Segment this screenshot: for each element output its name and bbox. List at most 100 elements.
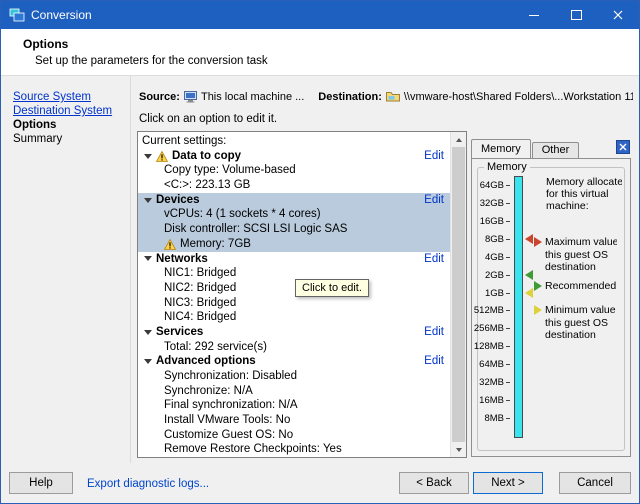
memory-scale-row: 64GB (478, 180, 510, 191)
memory-scale-label: 16MB (479, 395, 504, 406)
edit-services-link[interactable]: Edit (424, 325, 444, 340)
collapse-arrow-icon (144, 330, 152, 335)
memory-scale-row: 512MB (478, 305, 510, 316)
help-button[interactable]: Help (9, 472, 73, 494)
edit-data-to-copy-link[interactable]: Edit (424, 149, 444, 164)
setting-row[interactable]: Synchronize: N/A (138, 384, 450, 399)
destination-label: Destination: (318, 91, 382, 103)
memory-tab-page: Memory 64GB 32GB 16GB 8GB 4GB 2GB 1GB 51… (471, 158, 631, 457)
legend-minimum: Minimum value this guest OS destination (534, 304, 617, 342)
wizard-steps: Source System Destination System Options… (1, 76, 129, 147)
legend-maximum: Maximum value this guest OS destination (534, 236, 617, 274)
memory-scale-row: 16GB (478, 216, 510, 227)
setting-row[interactable]: Copy type: Volume-based (138, 163, 450, 178)
tab-other[interactable]: Other (532, 142, 580, 158)
export-diagnostic-logs-link[interactable]: Export diagnostic logs... (87, 478, 209, 490)
setting-row[interactable]: NIC4: Bridged (138, 310, 450, 325)
setting-row[interactable]: Final synchronization: N/A (138, 398, 450, 413)
scroll-up-button[interactable] (451, 132, 466, 147)
setting-row[interactable]: Memory: 7GB (138, 237, 450, 252)
maximize-icon (571, 10, 582, 20)
setting-row[interactable]: NIC3: Bridged (138, 296, 450, 311)
warning-icon (156, 151, 168, 162)
section-advanced-options[interactable]: Advanced options Edit (138, 354, 450, 369)
memory-scale-label: 8GB (485, 234, 504, 245)
minimize-button[interactable] (513, 1, 555, 29)
setting-row[interactable]: Synchronization: Disabled (138, 369, 450, 384)
setting-row[interactable]: vCPUs: 4 (1 sockets * 4 cores) (138, 207, 450, 222)
scrollbar-thumb[interactable] (452, 147, 465, 442)
setting-text: Disk controller: SCSI LSI Logic SAS (164, 222, 347, 237)
section-data-to-copy[interactable]: Data to copy Edit (138, 149, 450, 164)
maximum-marker-icon (525, 234, 533, 244)
recommended-marker-icon (525, 270, 533, 280)
memory-scale-row: 64MB (478, 359, 510, 370)
setting-row[interactable]: Customize Guest OS: No (138, 428, 450, 443)
setting-row[interactable]: Remove Restore Checkpoints: Yes (138, 442, 450, 457)
source-destination-bar: Source: This local machine ... Destinati… (139, 89, 633, 104)
edit-networks-link[interactable]: Edit (424, 252, 444, 267)
memory-note-line: for this virtual (546, 188, 622, 200)
edit-advanced-options-link[interactable]: Edit (424, 354, 444, 369)
close-icon (613, 10, 623, 20)
legend-text-line: this guest OS (545, 317, 617, 330)
legend-text-line: destination (545, 261, 617, 274)
cancel-button[interactable]: Cancel (559, 472, 631, 494)
memory-scale-label: 32GB (480, 198, 504, 209)
setting-row[interactable]: Total: 292 service(s) (138, 340, 450, 355)
legend-text-line: Recommended (545, 280, 617, 293)
close-button[interactable] (597, 1, 639, 29)
setting-text: Copy type: Volume-based (164, 163, 296, 178)
tick-mark (506, 257, 510, 258)
source-machine-icon (184, 91, 197, 103)
back-button[interactable]: < Back (399, 472, 469, 494)
window-controls (513, 1, 639, 29)
close-panel-button[interactable] (616, 140, 630, 154)
maximize-button[interactable] (555, 1, 597, 29)
tab-memory[interactable]: Memory (471, 139, 531, 158)
setting-row[interactable]: Install VMware Tools: No (138, 413, 450, 428)
memory-scale-row: 1GB (478, 288, 510, 299)
setting-row[interactable]: Disk controller: SCSI LSI Logic SAS (138, 222, 450, 237)
section-label: Advanced options (156, 354, 256, 369)
step-summary: Summary (13, 133, 129, 146)
setting-text: Synchronization: Disabled (164, 369, 297, 384)
setting-text: NIC3: Bridged (164, 296, 236, 311)
setting-row[interactable]: NIC1: Bridged (138, 266, 450, 281)
section-devices[interactable]: Devices Edit (138, 193, 450, 208)
memory-scale-label: 512MB (474, 305, 504, 316)
setting-row[interactable]: NIC2: Bridged (138, 281, 450, 296)
tick-mark (506, 418, 510, 419)
conversion-window: Conversion Options Set up the parameters… (0, 0, 640, 504)
setting-text: NIC4: Bridged (164, 310, 236, 325)
memory-scale-row: 4GB (478, 252, 510, 263)
warning-icon (164, 239, 176, 250)
edit-devices-link[interactable]: Edit (424, 193, 444, 208)
legend-text-line: destination (545, 329, 617, 342)
section-networks[interactable]: Networks Edit (138, 252, 450, 267)
titlebar[interactable]: Conversion (1, 1, 639, 29)
section-services[interactable]: Services Edit (138, 325, 450, 340)
window-title: Conversion (31, 8, 92, 22)
scroll-down-button[interactable] (451, 442, 466, 457)
next-button[interactable]: Next > (473, 472, 543, 494)
maximum-legend-icon (534, 237, 542, 247)
minimum-marker-icon (525, 288, 533, 298)
current-settings-label: Current settings: (142, 135, 226, 147)
app-icon (9, 8, 25, 22)
section-label: Networks (156, 252, 208, 267)
setting-text: NIC2: Bridged (164, 281, 236, 296)
step-destination-system[interactable]: Destination System (13, 105, 129, 118)
settings-scrollbar[interactable] (450, 132, 466, 457)
setting-text: Memory: 7GB (180, 237, 251, 252)
panel-tabs: Memory Other (471, 139, 631, 158)
setting-text: Install VMware Tools: No (164, 413, 290, 428)
collapse-arrow-icon (144, 198, 152, 203)
section-label: Devices (156, 193, 199, 208)
setting-row[interactable]: <C:>: 223.13 GB (138, 178, 450, 193)
tick-mark (506, 185, 510, 186)
memory-scale-row: 8GB (478, 234, 510, 245)
tick-mark (506, 239, 510, 240)
step-source-system[interactable]: Source System (13, 91, 129, 104)
minimize-icon (529, 15, 539, 16)
